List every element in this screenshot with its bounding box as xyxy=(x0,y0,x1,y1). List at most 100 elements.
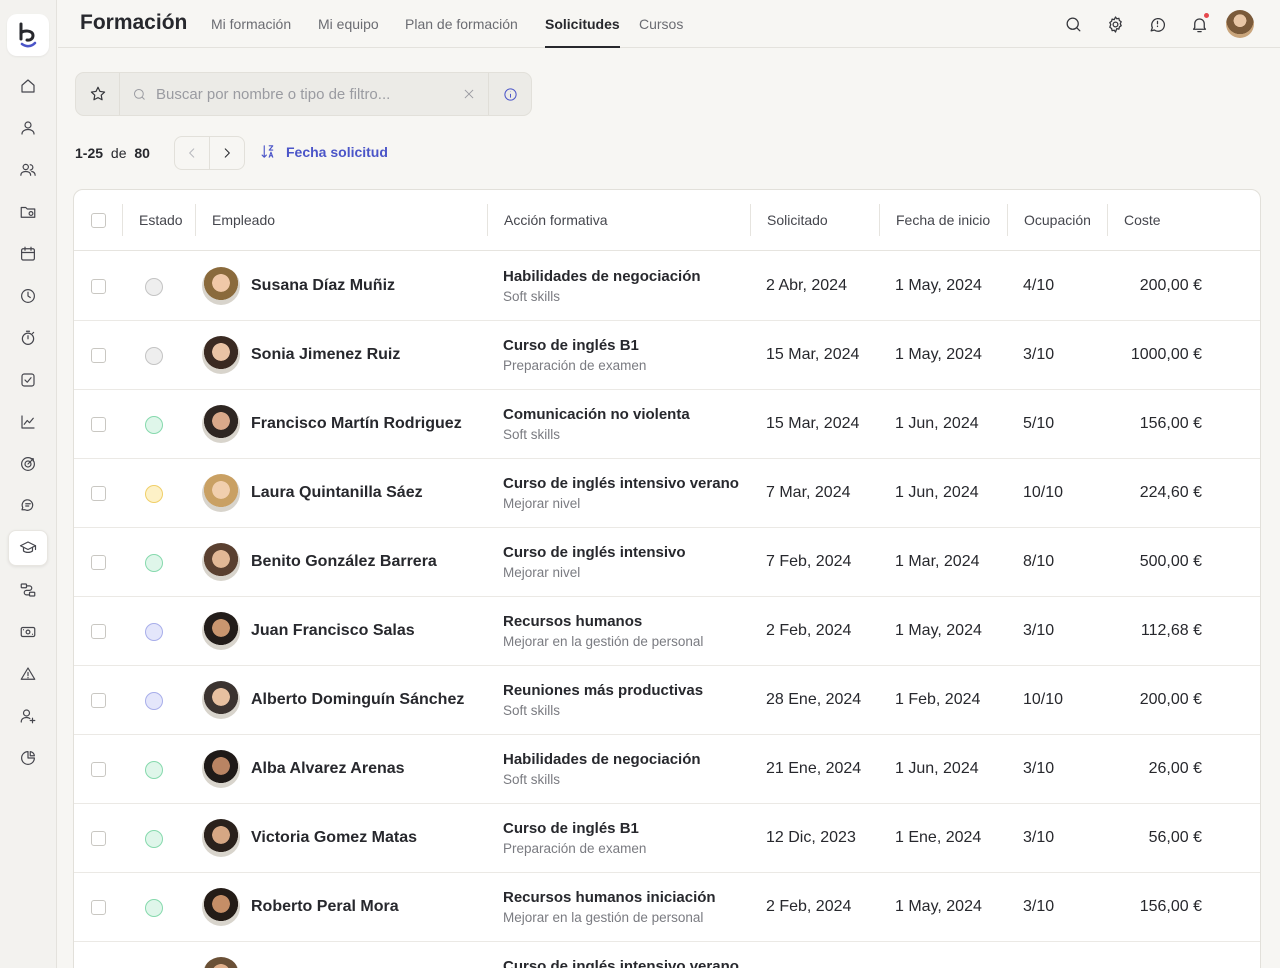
table-row[interactable]: Francisco Martín Rodriguez Comunicación n… xyxy=(74,390,1260,459)
sidebar-item-messages[interactable] xyxy=(8,488,48,524)
course-title: Curso de inglés B1 xyxy=(503,337,639,354)
requested-date: 2 Feb, 2024 xyxy=(766,622,852,639)
sidebar-item-graduation-cap[interactable] xyxy=(8,530,48,566)
sidebar-item-clock[interactable] xyxy=(8,278,48,314)
sidebar-item-users[interactable] xyxy=(8,152,48,188)
row-checkbox[interactable] xyxy=(91,486,106,501)
sidebar-item-money[interactable] xyxy=(8,614,48,650)
tab-plan-de-formacion[interactable]: Plan de formación xyxy=(405,16,518,48)
sidebar xyxy=(0,0,57,968)
status-indicator xyxy=(145,899,163,917)
tab-mi-formacion[interactable]: Mi formación xyxy=(211,16,291,48)
row-checkbox[interactable] xyxy=(91,555,106,570)
sidebar-item-alert[interactable] xyxy=(8,656,48,692)
table-row[interactable]: Laura Quintanilla Sáez Curso de inglés in… xyxy=(74,459,1260,528)
star-icon[interactable] xyxy=(76,73,120,115)
row-checkbox[interactable] xyxy=(91,348,106,363)
search-input[interactable] xyxy=(156,83,456,105)
row-checkbox[interactable] xyxy=(91,693,106,708)
row-checkbox[interactable] xyxy=(91,831,106,846)
sidebar-item-user[interactable] xyxy=(8,110,48,146)
occupancy: 10/10 xyxy=(1023,691,1064,708)
table-row[interactable]: Alba Alvarez Arenas Habilidades de negoci… xyxy=(74,735,1260,804)
sidebar-item-chart[interactable] xyxy=(8,404,48,440)
employee-name[interactable]: Susana Díaz Muñiz xyxy=(251,277,395,295)
sort-icon xyxy=(261,145,274,158)
course-category: Mejorar nivel xyxy=(503,565,581,580)
table-row[interactable]: Juan Francisco Salas Recursos humanos Mejo… xyxy=(74,597,1260,666)
users-icon xyxy=(20,163,36,176)
avatar xyxy=(202,267,240,305)
avatar xyxy=(202,681,240,719)
table-row[interactable]: Roberto Peral Mora Recursos humanos inici… xyxy=(74,873,1260,942)
table-row[interactable]: Curso de inglés intensivo verano xyxy=(74,942,1260,968)
employee-name[interactable]: Benito González Barrera xyxy=(251,553,437,571)
column-fecha-inicio[interactable]: Fecha de inicio xyxy=(879,204,990,236)
employee-name[interactable]: Sonia Jimenez Ruiz xyxy=(251,346,400,364)
occupancy: 8/10 xyxy=(1023,553,1055,570)
column-estado[interactable]: Estado xyxy=(122,204,183,236)
app-logo[interactable] xyxy=(7,14,49,56)
employee-name[interactable]: Laura Quintanilla Sáez xyxy=(251,484,423,502)
tab-cursos[interactable]: Cursos xyxy=(639,16,683,48)
sort-button[interactable]: Fecha solicitud xyxy=(260,143,388,160)
table-row[interactable]: Benito González Barrera Curso de inglés i… xyxy=(74,528,1260,597)
row-checkbox[interactable] xyxy=(91,417,106,432)
gear-icon[interactable] xyxy=(1103,12,1127,36)
cost: 500,00 € xyxy=(1139,553,1202,570)
course-category: Soft skills xyxy=(503,289,561,304)
prev-page-button[interactable] xyxy=(175,137,210,169)
employee-name[interactable]: Victoria Gomez Matas xyxy=(251,829,417,847)
employee-name[interactable]: Alba Alvarez Arenas xyxy=(251,760,405,778)
employee-name[interactable]: Juan Francisco Salas xyxy=(251,622,415,640)
requested-date: 7 Feb, 2024 xyxy=(766,553,852,570)
table-row[interactable]: Victoria Gomez Matas Curso de inglés B1 Pr… xyxy=(74,804,1260,873)
tab-solicitudes[interactable]: Solicitudes xyxy=(545,16,620,48)
row-checkbox[interactable] xyxy=(91,624,106,639)
sidebar-item-calendar[interactable] xyxy=(8,236,48,272)
column-empleado[interactable]: Empleado xyxy=(195,204,275,236)
tab-mi-equipo[interactable]: Mi equipo xyxy=(318,16,379,48)
user-avatar[interactable] xyxy=(1226,10,1254,38)
pagination-total: 80 xyxy=(134,145,150,161)
column-ocupacion[interactable]: Ocupación xyxy=(1007,204,1091,236)
bell-icon[interactable] xyxy=(1187,12,1211,36)
timer-icon xyxy=(21,330,35,345)
requested-date: 28 Ene, 2024 xyxy=(766,691,862,708)
column-solicitado[interactable]: Solicitado xyxy=(750,204,828,236)
employee-name[interactable]: Roberto Peral Mora xyxy=(251,898,399,916)
info-icon[interactable] xyxy=(488,73,532,115)
cost: 224,60 € xyxy=(1139,484,1202,501)
sidebar-item-workflow[interactable] xyxy=(8,572,48,608)
select-all-checkbox[interactable] xyxy=(91,213,106,228)
row-checkbox[interactable] xyxy=(91,900,106,915)
table-row[interactable]: Susana Díaz Muñiz Habilidades de negociac… xyxy=(74,252,1260,321)
status-indicator xyxy=(145,554,163,572)
column-accion-formativa[interactable]: Acción formativa xyxy=(487,204,607,236)
sidebar-item-pie-chart[interactable] xyxy=(8,740,48,776)
user-icon xyxy=(21,121,35,135)
employee-name[interactable]: Alberto Dominguín Sánchez xyxy=(251,691,464,709)
next-page-button[interactable] xyxy=(210,137,245,169)
sidebar-item-user-plus[interactable] xyxy=(8,698,48,734)
row-checkbox[interactable] xyxy=(91,279,106,294)
sidebar-item-timer[interactable] xyxy=(8,320,48,356)
sidebar-item-folder[interactable] xyxy=(8,194,48,230)
close-icon[interactable] xyxy=(462,87,476,101)
sidebar-item-checkbox[interactable] xyxy=(8,362,48,398)
column-coste[interactable]: Coste xyxy=(1107,204,1161,236)
sidebar-item-target[interactable] xyxy=(8,446,48,482)
sidebar-item-home[interactable] xyxy=(8,68,48,104)
employee-name[interactable]: Francisco Martín Rodriguez xyxy=(251,415,462,433)
requested-date: 15 Mar, 2024 xyxy=(766,415,860,432)
requests-table: Estado Empleado Acción formativa Solicit… xyxy=(73,189,1261,968)
row-checkbox[interactable] xyxy=(91,762,106,777)
table-row[interactable]: Sonia Jimenez Ruiz Curso de inglés B1 Prep… xyxy=(74,321,1260,390)
search-icon[interactable] xyxy=(1061,12,1085,36)
course-category: Preparación de examen xyxy=(503,358,647,373)
chat-icon[interactable] xyxy=(1145,12,1169,36)
course-category: Soft skills xyxy=(503,772,561,787)
notification-dot xyxy=(1203,12,1210,19)
table-row[interactable]: Alberto Dominguín Sánchez Reuniones más p… xyxy=(74,666,1260,735)
start-date: 1 May, 2024 xyxy=(895,898,982,915)
